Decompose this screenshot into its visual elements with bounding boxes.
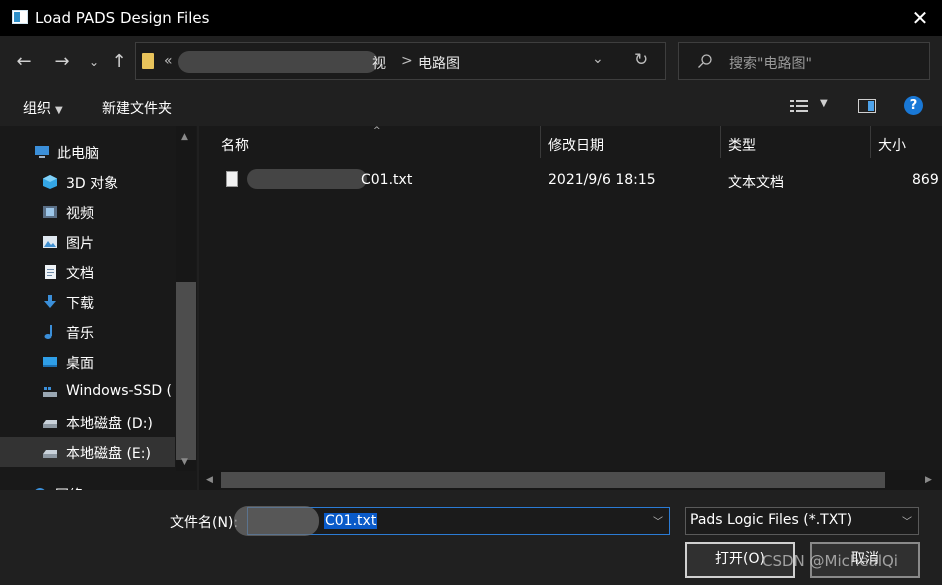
column-header-type[interactable]: 类型: [728, 135, 756, 169]
sidebar-item-label: 音乐: [66, 326, 94, 342]
sidebar-item-label: 文档: [66, 266, 94, 282]
redacted-file-name: [247, 169, 367, 189]
address-separator[interactable]: >: [401, 53, 413, 69]
text-file-icon: [226, 171, 238, 187]
watermark: CSDN @MichealQi: [762, 552, 898, 570]
new-folder-button[interactable]: 新建文件夹: [102, 98, 172, 118]
search-box[interactable]: 搜索"电路图": [678, 42, 930, 80]
close-button[interactable]: ✕: [906, 4, 934, 32]
file-modified-date: 2021/9/6 18:15: [548, 172, 656, 188]
file-list-pane: ^ 名称 修改日期 类型 大小 C01.txt 2021/9/6 18:15 文…: [199, 126, 942, 490]
filename-label: 文件名(N):: [170, 515, 239, 531]
sidebar-item-label: 3D 对象: [66, 176, 119, 192]
download-icon: [44, 295, 56, 308]
organize-label: 组织: [23, 101, 51, 117]
drive-icon: [43, 387, 57, 397]
sidebar-item-label: Windows-SSD (: [66, 383, 173, 399]
column-header-name[interactable]: 名称: [221, 135, 249, 169]
up-arrow-icon[interactable]: ↑: [107, 50, 131, 74]
sidebar-scrollbar[interactable]: ▲ ▼: [176, 126, 196, 471]
column-divider[interactable]: [720, 126, 721, 158]
title-bar: Load PADS Design Files ✕: [0, 0, 942, 36]
scroll-left-arrow-icon[interactable]: ◀: [206, 475, 213, 485]
computer-icon: [35, 146, 49, 158]
sidebar-item-pictures[interactable]: 图片: [0, 227, 175, 257]
picture-icon: [43, 236, 57, 248]
navigation-pane: 此电脑 3D 对象 视频 图片 文档 下载 音乐 桌面 Windows-SSD …: [0, 126, 197, 490]
sidebar-item-desktop[interactable]: 桌面: [0, 347, 175, 377]
filter-value: Pads Logic Files (*.TXT): [690, 512, 853, 528]
organize-menu[interactable]: 组织 ▼: [23, 98, 63, 118]
sidebar-item-this-pc[interactable]: 此电脑: [0, 137, 175, 167]
caret-down-icon: ▼: [55, 105, 63, 116]
scroll-up-arrow-icon[interactable]: ▲: [181, 132, 188, 142]
disk-icon: [43, 420, 57, 428]
address-dropdown-chevron-icon[interactable]: ⌄: [592, 51, 604, 67]
scroll-down-arrow-icon[interactable]: ▼: [181, 457, 188, 467]
column-header-size[interactable]: 大小: [878, 135, 906, 169]
scroll-right-arrow-icon[interactable]: ▶: [925, 475, 932, 485]
help-icon[interactable]: ?: [904, 96, 923, 115]
sidebar-scroll-thumb[interactable]: [176, 282, 196, 460]
sidebar-item-label: 本地磁盘 (D:): [66, 416, 153, 432]
file-type-filter-select[interactable]: Pads Logic Files (*.TXT) ﹀: [685, 507, 919, 535]
sidebar-item-label: 视频: [66, 206, 94, 222]
sidebar-item-music[interactable]: 音乐: [0, 317, 175, 347]
sidebar-item-disk-d[interactable]: 本地磁盘 (D:): [0, 407, 175, 437]
redacted-filename: [234, 506, 319, 536]
file-size: 869: [912, 172, 939, 188]
address-overflow-chevron[interactable]: «: [164, 53, 173, 69]
sidebar-item-3d-objects[interactable]: 3D 对象: [0, 167, 175, 197]
sidebar-item-label: 此电脑: [57, 146, 99, 162]
filename-value: C01.txt: [324, 513, 378, 529]
sidebar-item-downloads[interactable]: 下载: [0, 287, 175, 317]
search-placeholder: 搜索"电路图": [729, 56, 812, 72]
file-name: C01.txt: [361, 172, 413, 188]
address-segment-current[interactable]: 电路图: [418, 53, 460, 73]
back-arrow-icon[interactable]: ←: [12, 50, 36, 74]
horizontal-scrollbar[interactable]: ◀ ▶: [199, 470, 942, 490]
forward-arrow-icon[interactable]: →: [50, 50, 74, 74]
window-title: Load PADS Design Files: [35, 9, 210, 27]
dialog-footer: 文件名(N): C01.txt ﹀ Pads Logic Files (*.TX…: [0, 490, 942, 585]
music-icon: [44, 325, 52, 339]
sidebar-item-videos[interactable]: 视频: [0, 197, 175, 227]
address-segment-partial[interactable]: 视: [372, 53, 386, 73]
refresh-icon[interactable]: ↻: [634, 50, 648, 70]
sidebar-item-network[interactable]: 网络: [0, 479, 175, 490]
sort-ascending-icon: ^: [373, 126, 381, 136]
address-bar[interactable]: « 视 > 电路图 ⌄ ↻: [135, 42, 666, 80]
sidebar-item-disk-e[interactable]: 本地磁盘 (E:): [0, 437, 175, 467]
sidebar-item-documents[interactable]: 文档: [0, 257, 175, 287]
view-options-icon[interactable]: [790, 99, 808, 113]
view-caret-down-icon[interactable]: ▼: [820, 98, 828, 109]
navigation-bar: ← → ⌄ ↑ « 视 > 电路图 ⌄ ↻ 搜索"电路图": [0, 36, 942, 88]
desktop-icon: [43, 357, 57, 367]
sidebar-item-label: 下载: [66, 296, 94, 312]
horizontal-scroll-thumb[interactable]: [221, 472, 885, 488]
sidebar-item-label: 桌面: [66, 356, 94, 372]
sidebar-item-label: 图片: [66, 236, 94, 252]
disk-icon: [43, 450, 57, 458]
column-header-modified[interactable]: 修改日期: [548, 135, 604, 169]
column-divider[interactable]: [870, 126, 871, 158]
filename-dropdown-icon[interactable]: ﹀: [653, 513, 663, 528]
sidebar-item-windows-ssd[interactable]: Windows-SSD (: [0, 377, 175, 407]
cube-3d-icon: [43, 175, 57, 189]
folder-icon: [142, 53, 154, 69]
filename-input[interactable]: C01.txt ﹀: [234, 506, 670, 536]
app-window-icon: [12, 10, 28, 24]
filter-dropdown-icon: ﹀: [902, 517, 912, 528]
video-icon: [43, 206, 57, 218]
preview-pane-icon[interactable]: [858, 99, 876, 113]
sidebar-item-label: 本地磁盘 (E:): [66, 446, 151, 462]
redacted-path-segment: [178, 51, 378, 73]
document-icon: [45, 265, 56, 279]
file-type: 文本文档: [728, 175, 784, 191]
recent-locations-chevron-icon[interactable]: ⌄: [82, 50, 106, 74]
command-toolbar: 组织 ▼ 新建文件夹 ▼ ?: [0, 88, 942, 126]
column-divider[interactable]: [540, 126, 541, 158]
search-icon: [698, 54, 712, 68]
